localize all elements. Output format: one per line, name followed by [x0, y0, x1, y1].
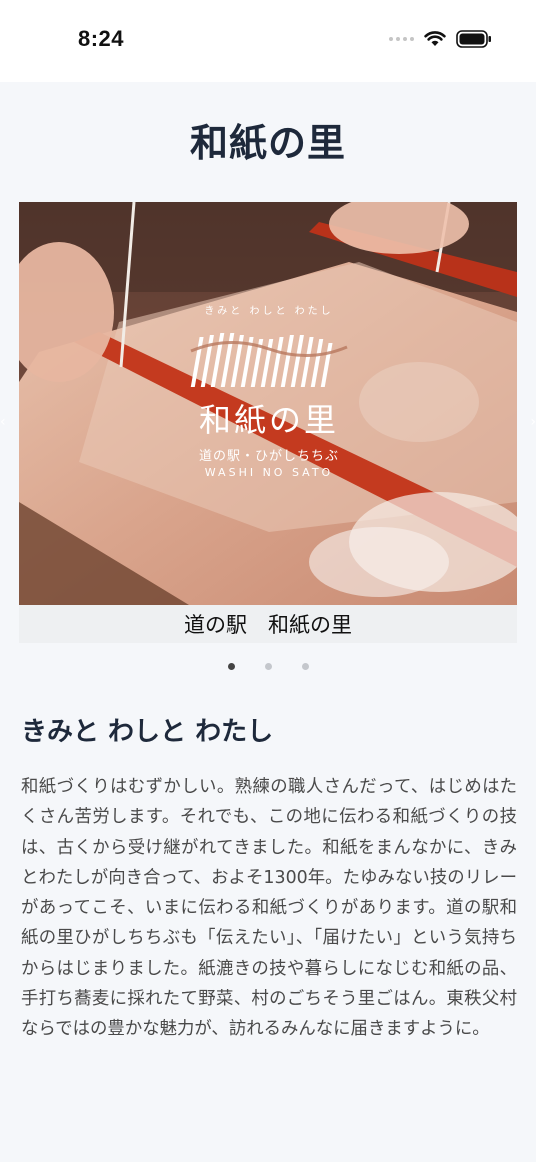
carousel-next-arrow-icon[interactable]: ›	[526, 414, 536, 430]
logo-tagline: きみと わしと わたし	[204, 306, 334, 317]
battery-icon	[456, 30, 492, 48]
logo-title: 和紙の里	[198, 401, 339, 439]
section-heading: きみと わしと わたし	[21, 717, 274, 747]
carousel-prev-arrow-icon[interactable]: ‹	[0, 414, 10, 430]
wifi-icon	[424, 31, 446, 47]
page-title: 和紙の里	[189, 121, 346, 165]
carousel-dot[interactable]	[301, 663, 309, 670]
carousel-pagination	[0, 663, 536, 670]
logo-subtitle: 道の駅・ひがしちちぶ	[198, 449, 339, 464]
hero-image: きみと わしと わたし 和紙の里 道の駅・ひがしちちぶ WASHI NO SAT…	[19, 202, 517, 605]
washi-no-sato-logo: きみと わしと わたし 和紙の里 道の駅・ひがしちちぶ WASHI NO SAT…	[169, 302, 369, 492]
carousel-caption: 道の駅 和紙の里	[19, 605, 517, 643]
section-body-text: 和紙づくりはむずかしい。熟練の職人さんだって、はじめはたくさん苦労します。それで…	[21, 777, 517, 1040]
image-carousel[interactable]: きみと わしと わたし 和紙の里 道の駅・ひがしちちぶ WASHI NO SAT…	[19, 202, 517, 643]
logo-roman-text: WASHI NO SATO	[204, 466, 334, 479]
carousel-dot[interactable]	[227, 663, 235, 670]
cellular-signal-icon	[389, 37, 414, 41]
status-icons	[389, 30, 492, 48]
status-bar: 8:24	[0, 0, 536, 82]
carousel-dot[interactable]	[264, 663, 272, 670]
paper-stripes-logo-icon	[190, 333, 348, 387]
status-time: 8:24	[78, 26, 125, 51]
